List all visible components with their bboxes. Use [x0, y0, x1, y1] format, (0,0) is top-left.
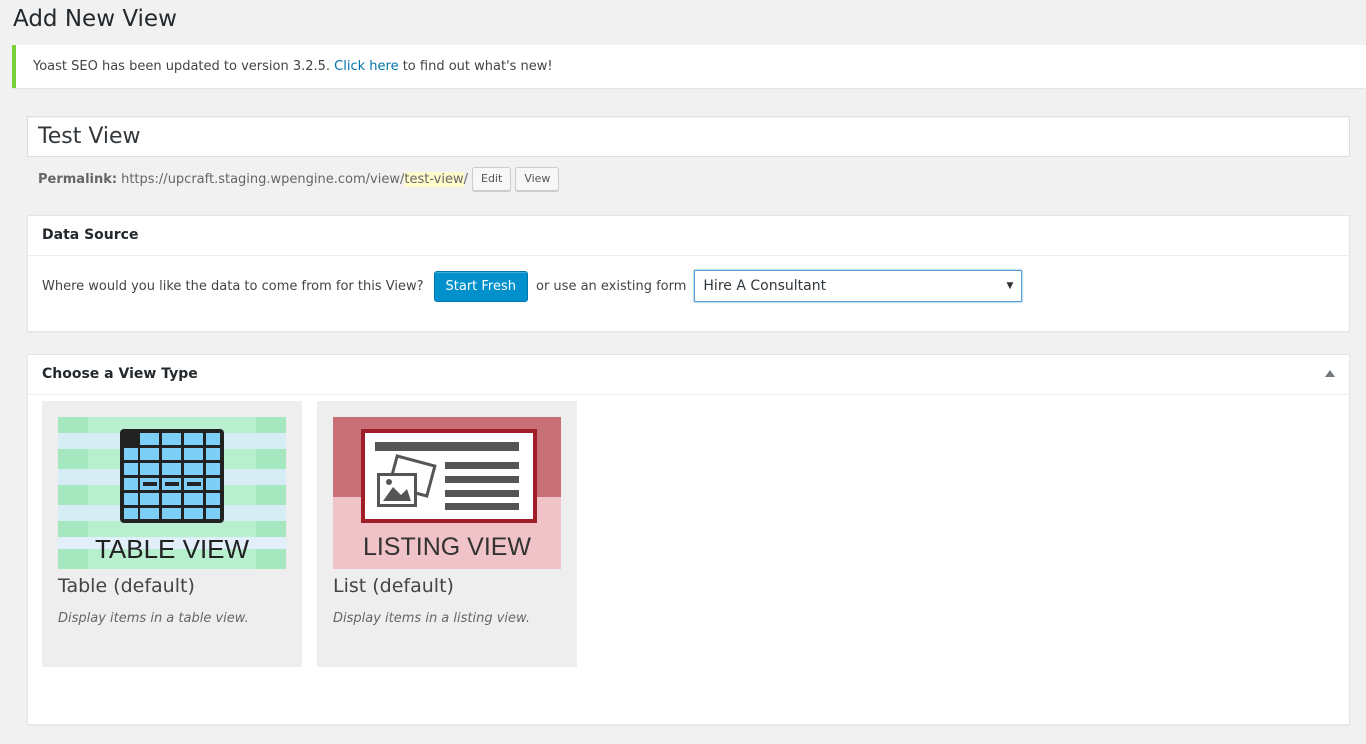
dropdown-arrow-icon: ▼	[1006, 281, 1014, 291]
permalink-trailing: /	[463, 171, 468, 187]
list-view-name: List (default)	[333, 575, 454, 597]
edit-permalink-button[interactable]: Edit	[472, 167, 512, 191]
view-post-button[interactable]: View	[515, 167, 560, 191]
existing-form-select[interactable]: Hire A Consultant ▼	[694, 270, 1023, 302]
permalink-base: https://upcraft.staging.wpengine.com/vie…	[121, 171, 405, 187]
data-source-row: Where would you like the data to come fr…	[42, 270, 1023, 302]
permalink-row: Permalink: https://upcraft.staging.wpeng…	[38, 167, 560, 191]
existing-form-text: or use an existing form	[536, 278, 687, 294]
view-type-card-list[interactable]: LISTING VIEW List (default) Display item…	[317, 401, 577, 667]
update-notice: Yoast SEO has been updated to version 3.…	[12, 45, 1366, 88]
data-source-box: Data Source Where would you like the dat…	[27, 215, 1350, 332]
page-title: Add New View	[13, 6, 177, 32]
post-title-input[interactable]	[27, 116, 1350, 157]
table-view-name: Table (default)	[58, 575, 195, 597]
view-type-heading-text: Choose a View Type	[42, 366, 198, 382]
table-view-thumbnail: TABLE VIEW	[58, 417, 286, 569]
notice-text: Yoast SEO has been updated to version 3.…	[33, 59, 335, 74]
notice-link[interactable]: Click here	[334, 59, 398, 74]
selected-form-value: Hire A Consultant	[703, 278, 827, 294]
view-type-box: Choose a View Type TABLE VIEW Table (def…	[27, 354, 1350, 725]
list-view-description: Display items in a listing view.	[333, 611, 530, 626]
notice-text-after: to find out what's new!	[398, 59, 553, 74]
page: Add New View Yoast SEO has been updated …	[0, 0, 1366, 744]
data-source-heading: Data Source	[28, 216, 1349, 256]
data-source-question: Where would you like the data to come fr…	[42, 278, 424, 294]
collapse-toggle-icon[interactable]	[1325, 370, 1335, 377]
listing-view-thumbnail: LISTING VIEW	[333, 417, 561, 569]
view-type-card-table[interactable]: TABLE VIEW Table (default) Display items…	[42, 401, 302, 667]
table-view-icon: TABLE VIEW	[58, 417, 286, 569]
listing-view-thumb-text: LISTING VIEW	[363, 533, 531, 561]
view-type-heading: Choose a View Type	[28, 355, 1349, 395]
permalink-slug[interactable]: test-view	[404, 171, 464, 187]
table-view-description: Display items in a table view.	[58, 611, 249, 626]
start-fresh-button[interactable]: Start Fresh	[433, 270, 528, 302]
listing-view-icon: LISTING VIEW	[333, 417, 561, 569]
table-view-thumb-text: TABLE VIEW	[95, 534, 250, 564]
permalink-label: Permalink:	[38, 171, 118, 187]
